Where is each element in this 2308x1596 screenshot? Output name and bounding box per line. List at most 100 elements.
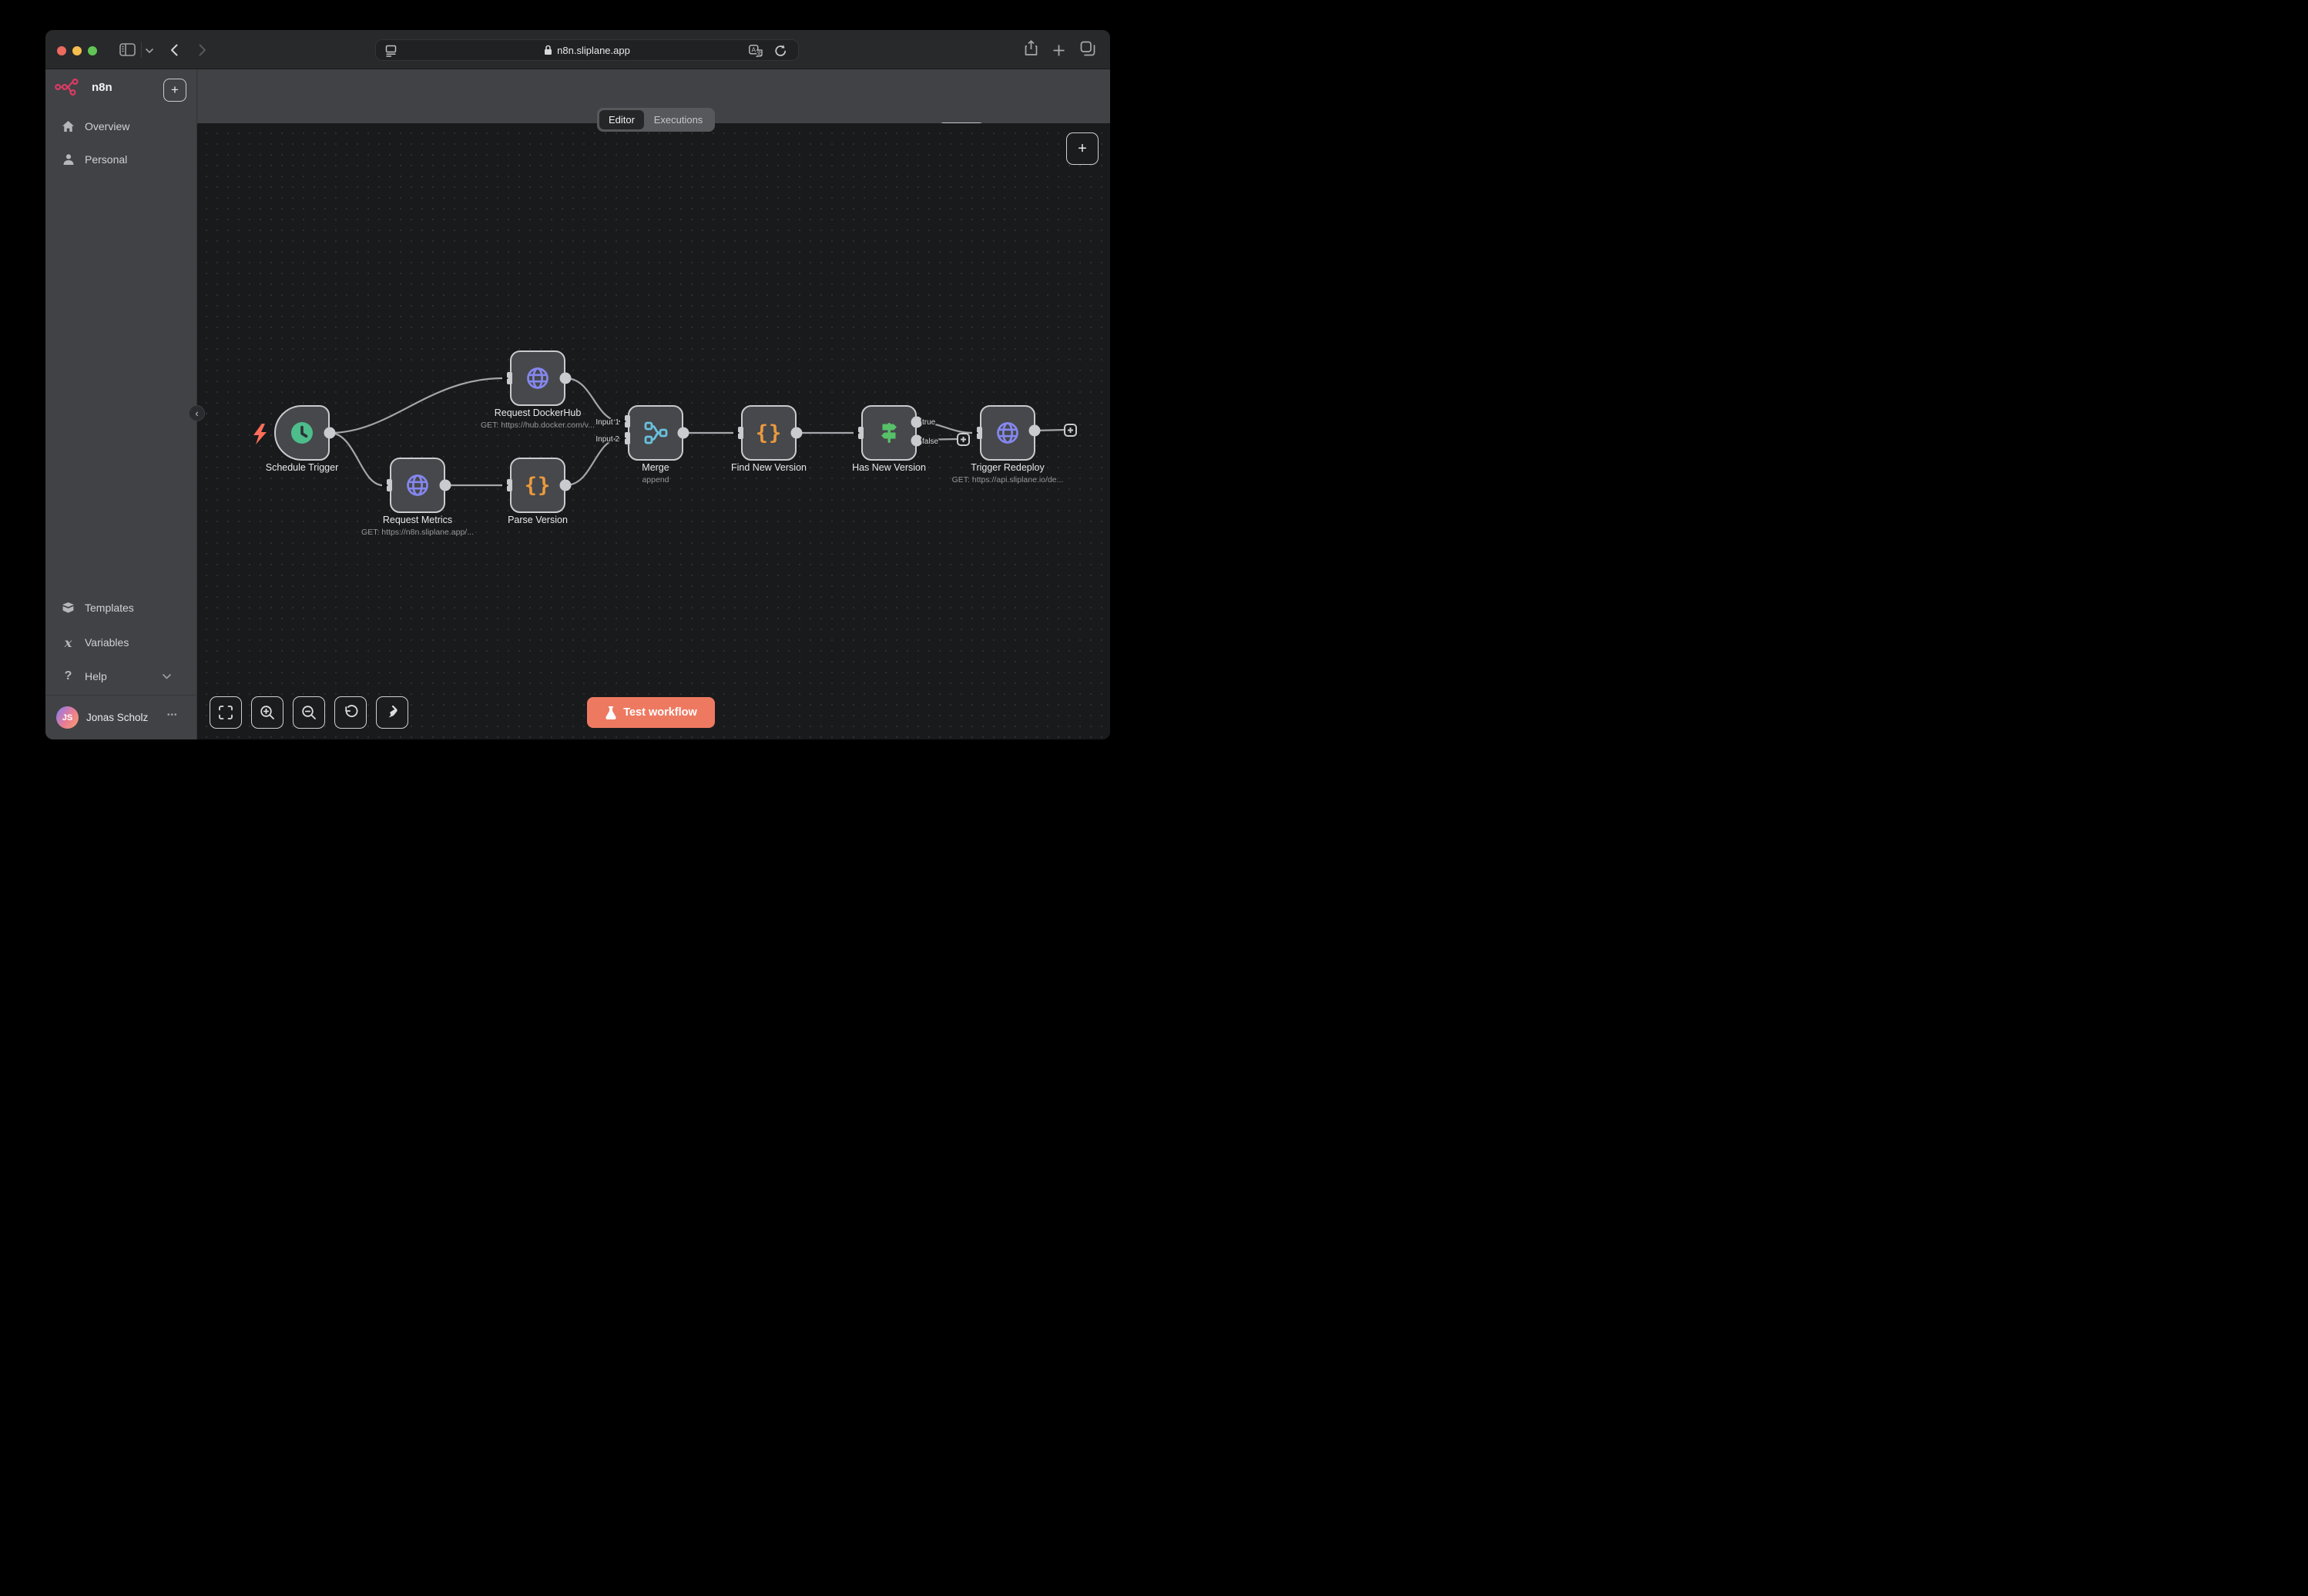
- reload-icon[interactable]: [774, 44, 787, 58]
- back-button[interactable]: [170, 44, 178, 56]
- add-node-endpoint[interactable]: [1065, 424, 1076, 436]
- node-label: Parse Version: [472, 515, 603, 525]
- sidebar: n8n + Overview Personal: [45, 69, 197, 739]
- tab-editor[interactable]: Editor: [599, 110, 644, 129]
- edge-schedule-metrics: [330, 433, 383, 485]
- clock-icon: [288, 419, 316, 447]
- address-bar[interactable]: n8n.sliplane.app A 文: [375, 39, 799, 61]
- tab-overview-icon[interactable]: [1080, 41, 1095, 56]
- node-trigger-redeploy[interactable]: [980, 405, 1035, 461]
- tab-executions[interactable]: Executions: [644, 110, 713, 129]
- flask-icon: [605, 706, 617, 719]
- undo-icon: [343, 705, 358, 720]
- node-label: Request Metrics: [352, 515, 483, 525]
- sidebar-item-label: Overview: [85, 120, 129, 132]
- zoom-in-icon: [260, 705, 275, 720]
- merge-icon: [642, 420, 669, 446]
- fit-view-button[interactable]: [210, 696, 242, 729]
- tidy-up-button[interactable]: [376, 696, 408, 729]
- merge-input2-label: Input 2: [595, 435, 619, 444]
- node-label: Request DockerHub: [472, 407, 603, 418]
- sidebar-item-overview[interactable]: Overview: [45, 112, 196, 140]
- n8n-app: n8n + Overview Personal: [45, 69, 1110, 739]
- brand-name: n8n: [92, 81, 112, 94]
- node-has-new-version[interactable]: [861, 405, 917, 461]
- close-window-button[interactable]: [57, 46, 66, 55]
- broom-icon: [384, 705, 400, 720]
- sidebar-toggle-icon[interactable]: [119, 43, 136, 56]
- node-label: Schedule Trigger: [237, 462, 367, 473]
- braces-icon: {}: [525, 474, 552, 498]
- branch-false-label: false: [922, 438, 939, 446]
- share-page-icon[interactable]: [1025, 40, 1038, 56]
- view-tabs: Editor Executions: [597, 108, 715, 132]
- braces-icon: {}: [756, 421, 783, 445]
- node-label: Has New Version: [824, 462, 954, 473]
- zoom-in-button[interactable]: [251, 696, 283, 729]
- chrome-divider: [141, 42, 142, 58]
- trigger-lightning-icon: [253, 424, 267, 444]
- translate-icon[interactable]: A 文: [749, 45, 763, 57]
- lock-icon: [544, 45, 552, 55]
- chevron-down-icon[interactable]: [146, 49, 153, 53]
- user-menu-button[interactable]: •••: [167, 711, 178, 719]
- node-parse-version[interactable]: {}: [510, 458, 565, 513]
- zoom-window-button[interactable]: [88, 46, 97, 55]
- node-request-dockerhub[interactable]: [510, 350, 565, 406]
- node-request-metrics[interactable]: [390, 458, 445, 513]
- node-subtitle: GET: https://api.sliplane.io/de...: [919, 475, 1096, 484]
- url-text: n8n.sliplane.app: [557, 45, 630, 56]
- edge-false-plus: [917, 439, 958, 440]
- node-label: Find New Version: [703, 462, 834, 473]
- workflow-canvas[interactable]: {} {}: [197, 123, 1110, 739]
- signpost-icon: [875, 419, 903, 447]
- sidebar-item-label: Personal: [85, 153, 127, 166]
- edge-redeploy-plus: [1035, 430, 1065, 431]
- help-icon: ?: [62, 670, 75, 683]
- node-subtitle: GET: https://n8n.sliplane.app/...: [329, 528, 506, 537]
- node-label: Trigger Redeploy: [942, 462, 1073, 473]
- minimize-window-button[interactable]: [72, 46, 82, 55]
- avatar[interactable]: JS: [56, 706, 79, 729]
- sidebar-item-templates[interactable]: Templates: [45, 594, 196, 622]
- browser-chrome: n8n.sliplane.app A 文: [45, 30, 1110, 69]
- sidebar-collapse-button[interactable]: ‹: [189, 405, 205, 421]
- sidebar-item-personal[interactable]: Personal: [45, 146, 196, 173]
- svg-text:文: 文: [756, 49, 762, 56]
- node-find-new-version[interactable]: {}: [741, 405, 797, 461]
- node-subtitle: GET: https://hub.docker.com/v...: [449, 421, 626, 430]
- home-icon: [62, 120, 75, 133]
- zoom-out-icon: [301, 705, 317, 720]
- n8n-logo-icon: [55, 79, 86, 96]
- sidebar-item-label: Templates: [85, 602, 134, 614]
- person-icon: [62, 153, 75, 166]
- branch-true-label: true: [922, 418, 936, 427]
- test-workflow-button[interactable]: Test workflow: [587, 697, 715, 728]
- reader-mode-icon[interactable]: [385, 45, 397, 57]
- sidebar-item-variables[interactable]: x Variables: [45, 629, 196, 656]
- sidebar-item-label: Help: [85, 670, 107, 682]
- new-tab-icon[interactable]: [1053, 45, 1065, 56]
- variables-icon: x: [62, 636, 75, 649]
- chevron-down-icon: [163, 674, 171, 679]
- add-node-endpoint-false[interactable]: [958, 434, 969, 445]
- zoom-out-button[interactable]: [293, 696, 325, 729]
- forward-button[interactable]: [199, 44, 206, 56]
- globe-icon: [524, 364, 552, 392]
- svg-text:A: A: [751, 46, 756, 54]
- globe-icon: [994, 419, 1021, 447]
- node-merge[interactable]: [628, 405, 683, 461]
- node-schedule-trigger[interactable]: [274, 405, 330, 461]
- globe-icon: [404, 471, 431, 499]
- user-name: Jonas Scholz: [86, 712, 148, 723]
- add-workflow-button[interactable]: +: [163, 79, 186, 102]
- add-node-button[interactable]: +: [1066, 132, 1099, 165]
- node-subtitle: append: [567, 475, 744, 484]
- test-workflow-label: Test workflow: [623, 706, 697, 719]
- sidebar-item-help[interactable]: ? Help: [45, 662, 196, 690]
- reset-zoom-button[interactable]: [334, 696, 367, 729]
- edge-true-redeploy: [917, 422, 973, 433]
- browser-window: n8n.sliplane.app A 文: [45, 30, 1110, 739]
- n8n-logo[interactable]: n8n: [55, 79, 112, 96]
- fit-view-icon: [218, 705, 233, 720]
